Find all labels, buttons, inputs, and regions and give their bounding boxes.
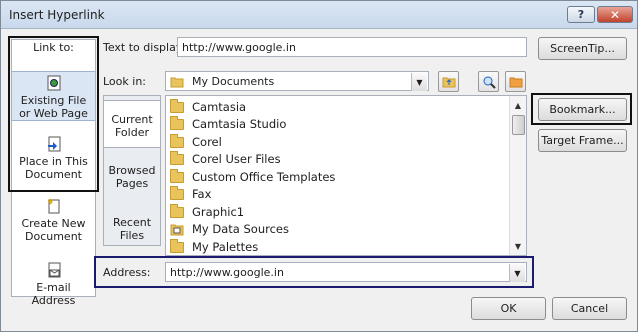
cancel-button[interactable]: Cancel: [552, 297, 627, 320]
recent-files-line1: Recent: [112, 216, 152, 229]
dialog-body: Link to: Existing File or Web Page Place…: [1, 29, 637, 331]
email-icon: [48, 262, 60, 278]
link-email-address[interactable]: E-mail Address: [11, 259, 96, 309]
link-create-line2: Document: [25, 230, 82, 243]
browsed-pages-tab[interactable]: Browsed Pages: [103, 164, 161, 190]
text-to-display-label: Text to display:: [103, 41, 186, 54]
file-name: Corel User Files: [192, 152, 281, 166]
folder-icon: [170, 238, 184, 253]
file-name: Fax: [192, 187, 212, 201]
look-in-label: Look in:: [103, 75, 146, 88]
look-in-dropdown[interactable]: My Documents ▼: [165, 71, 429, 91]
list-item[interactable]: Corel: [170, 133, 222, 150]
look-in-value: My Documents: [192, 75, 275, 88]
folder-icon: [170, 203, 184, 218]
link-to-highlight: [8, 36, 99, 192]
browse-file-icon[interactable]: [505, 71, 526, 92]
recent-files-line2: Files: [119, 229, 145, 242]
folder-icon: [170, 133, 184, 148]
browsed-pages-line2: Pages: [115, 177, 149, 190]
file-name: Custom Office Templates: [192, 170, 336, 184]
new-document-icon: [47, 198, 59, 214]
data-sources-icon: [170, 224, 184, 235]
file-list-scrollbar[interactable]: ▲ ▼: [509, 96, 526, 255]
list-item[interactable]: Custom Office Templates: [170, 168, 336, 185]
text-to-display-input[interactable]: http://www.google.in: [177, 37, 527, 57]
look-in-chevron-down-icon[interactable]: ▼: [411, 73, 427, 91]
close-button[interactable]: ✕: [597, 6, 633, 23]
up-one-folder-icon[interactable]: [438, 71, 459, 92]
current-folder-line2: Folder: [115, 126, 149, 139]
link-email-line2: Address: [31, 294, 76, 307]
list-item[interactable]: Corel User Files: [170, 150, 281, 167]
folder-icon: [170, 98, 184, 113]
file-name: Graphic1: [192, 205, 245, 219]
target-frame-button[interactable]: Target Frame...: [538, 129, 627, 152]
list-item[interactable]: Fax: [170, 185, 212, 202]
file-name: Camtasia Studio: [192, 117, 287, 131]
ok-button[interactable]: OK: [471, 297, 546, 320]
list-item[interactable]: Graphic1: [170, 203, 245, 220]
list-item[interactable]: My Data Sources: [170, 221, 289, 237]
insert-hyperlink-dialog: Insert Hyperlink ? ✕ Link to: Existing F…: [0, 0, 638, 332]
link-create-line1: Create New: [21, 217, 86, 230]
file-list[interactable]: Camtasia Camtasia Studio Corel Corel Use…: [165, 95, 527, 256]
folder-icon: [170, 150, 184, 165]
folder-icon: [170, 77, 184, 88]
browse-web-icon[interactable]: [478, 71, 499, 92]
folder-icon: [170, 185, 184, 200]
file-name: My Palettes: [192, 240, 259, 254]
scroll-thumb[interactable]: [512, 115, 525, 135]
list-item[interactable]: Camtasia Studio: [170, 115, 287, 132]
folder-icon: [170, 168, 184, 183]
current-folder-line1: Current: [111, 113, 153, 126]
scroll-down-icon[interactable]: ▼: [510, 239, 526, 253]
screentip-button[interactable]: ScreenTip...: [538, 37, 627, 60]
link-email-line1: E-mail: [36, 281, 71, 294]
help-button[interactable]: ?: [567, 6, 595, 23]
bookmark-highlight: [531, 93, 632, 125]
list-item[interactable]: My Palettes: [170, 238, 259, 255]
file-name: My Data Sources: [192, 222, 289, 236]
list-item[interactable]: Camtasia: [170, 98, 247, 115]
browsed-pages-line1: Browsed: [108, 164, 156, 177]
address-highlight: [94, 256, 534, 288]
title-bar: Insert Hyperlink ? ✕: [1, 1, 637, 29]
link-create-new-document[interactable]: Create New Document: [11, 195, 96, 245]
window-title: Insert Hyperlink: [9, 8, 105, 22]
scroll-up-icon[interactable]: ▲: [510, 98, 526, 112]
folder-icon: [170, 115, 184, 130]
current-folder-tab[interactable]: Current Folder: [103, 100, 161, 148]
file-name: Corel: [192, 135, 222, 149]
recent-files-tab[interactable]: Recent Files: [103, 216, 161, 242]
file-name: Camtasia: [192, 100, 247, 114]
